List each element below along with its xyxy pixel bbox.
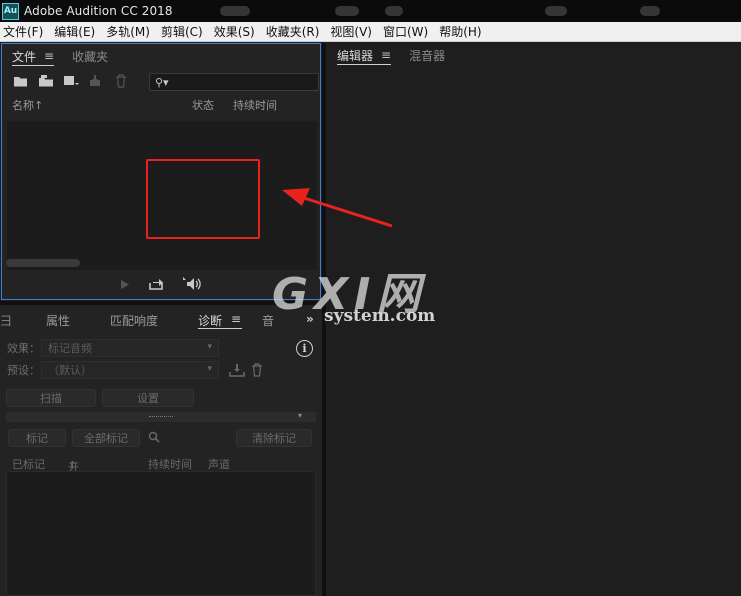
marker-list[interactable]	[6, 471, 316, 596]
play-icon[interactable]	[120, 279, 130, 290]
tab-editor-label: 编辑器	[337, 48, 374, 63]
blurred-decoration	[385, 6, 403, 16]
column-channel-header[interactable]: 声道	[208, 456, 230, 472]
files-column-headers: 名称↑ 状态 持续时间	[2, 94, 320, 114]
info-icon[interactable]: i	[296, 340, 313, 357]
chevron-down-icon: ▾	[207, 364, 212, 374]
open-file-icon[interactable]	[10, 72, 32, 90]
menu-effects[interactable]: 效果(S)	[214, 23, 255, 40]
loop-icon[interactable]	[148, 278, 164, 291]
menu-clip[interactable]: 剪辑(C)	[161, 23, 203, 40]
mark-all-button[interactable]: 全部标记	[72, 429, 140, 447]
tab-editor[interactable]: 编辑器 ≡	[337, 43, 392, 67]
search-icon[interactable]	[148, 431, 160, 446]
window-titlebar: Au Adobe Audition CC 2018	[0, 0, 741, 22]
column-marked-header[interactable]: 已标记	[12, 456, 45, 472]
panel-edge-glyph: 彐	[0, 314, 13, 328]
tab-favorites-label: 收藏夹	[72, 49, 109, 64]
tab-mixer[interactable]: 混音器	[409, 43, 445, 67]
column-duration-header[interactable]: 持续时间	[233, 97, 277, 113]
chevron-down-icon: ▾	[207, 342, 212, 352]
preset-select[interactable]: （默认） ▾	[41, 361, 219, 379]
tab-favorites[interactable]: 收藏夹	[72, 44, 108, 68]
preset-label: 预设：	[7, 364, 40, 377]
column-duration-header[interactable]: 持续时间	[148, 456, 192, 472]
active-tab-underline	[198, 328, 242, 329]
menu-window[interactable]: 窗口(W)	[383, 23, 428, 40]
column-status-header[interactable]: 状态	[192, 97, 214, 113]
column-name-label: 名称	[12, 99, 34, 112]
preset-select-value: （默认）	[48, 364, 92, 377]
diagnostics-panel: 彐 属性 匹配响度 诊断 ≡ 音 » i 效果： 标记音频 ▾ 预设： （默认）…	[0, 305, 322, 596]
menu-view[interactable]: 视图(V)	[330, 23, 372, 40]
menu-file[interactable]: 文件(F)	[3, 23, 43, 40]
save-preset-icon[interactable]	[229, 363, 245, 377]
annotation-arrow-icon	[282, 188, 393, 228]
preset-row: 预设： （默认） ▾	[7, 361, 263, 379]
effect-row: 效果： 标记音频 ▾	[7, 339, 219, 357]
menu-bar: 文件(F) 编辑(E) 多轨(M) 剪辑(C) 效果(S) 收藏夹(R) 视图(…	[0, 22, 741, 42]
effect-select[interactable]: 标记音频 ▾	[41, 339, 219, 357]
blurred-decoration	[545, 6, 567, 16]
insert-into-multitrack-icon[interactable]	[85, 72, 107, 90]
tab-properties[interactable]: 属性	[46, 312, 70, 329]
chevron-down-icon[interactable]: ▾	[298, 411, 302, 420]
panel-menu-icon[interactable]: ≡	[381, 48, 391, 62]
tab-files-label: 文件	[12, 49, 37, 64]
menu-multitrack[interactable]: 多轨(M)	[106, 23, 150, 40]
splitter-grip-icon	[149, 416, 173, 418]
editor-panel-tabs: 编辑器 ≡ 混音器	[326, 43, 741, 67]
files-search-input[interactable]: ⚲▾	[149, 73, 319, 91]
tab-files[interactable]: 文件 ≡	[12, 44, 55, 68]
clear-marks-button[interactable]: 清除标记	[236, 429, 312, 447]
files-toolbar: ⚲▾	[2, 68, 320, 94]
menu-edit[interactable]: 编辑(E)	[54, 23, 95, 40]
panel-menu-icon[interactable]: ≡	[44, 49, 54, 63]
effect-label: 效果：	[7, 342, 40, 355]
panel-menu-icon[interactable]: ≡	[231, 312, 241, 326]
editor-panel: 编辑器 ≡ 混音器	[326, 43, 741, 596]
diagnostics-splitter[interactable]: ▾	[6, 411, 316, 422]
scan-button[interactable]: 扫描	[6, 389, 96, 407]
tab-match-loudness[interactable]: 匹配响度	[110, 312, 158, 329]
import-file-icon[interactable]	[35, 72, 57, 90]
tab-diagnostics[interactable]: 诊断	[198, 312, 222, 329]
files-horizontal-scrollbar[interactable]	[6, 259, 80, 267]
blurred-decoration	[335, 6, 359, 16]
files-panel-tabs: 文件 ≡ 收藏夹	[2, 44, 320, 68]
tabs-overflow-icon[interactable]: »	[306, 312, 314, 326]
blurred-decoration	[640, 6, 660, 16]
blurred-decoration	[220, 6, 250, 16]
auto-play-volume-icon[interactable]	[182, 277, 202, 291]
tab-audio-truncated[interactable]: 音	[262, 312, 274, 329]
sort-ascending-icon: ↑	[34, 99, 44, 112]
settings-button[interactable]: 设置	[102, 389, 194, 407]
audition-app-icon: Au	[2, 2, 19, 20]
marker-list-headers: 已标记 开始↑ 持续时间 声道	[0, 453, 322, 490]
delete-preset-icon[interactable]	[251, 363, 263, 377]
annotation-highlight-box	[146, 159, 260, 239]
column-name-header[interactable]: 名称↑	[12, 97, 43, 113]
new-file-icon[interactable]	[60, 72, 82, 90]
tab-mixer-label: 混音器	[409, 48, 446, 63]
menu-help[interactable]: 帮助(H)	[439, 23, 481, 40]
search-icon: ⚲▾	[155, 75, 169, 89]
mark-button[interactable]: 标记	[8, 429, 66, 447]
delete-icon[interactable]	[110, 72, 132, 90]
window-title: Adobe Audition CC 2018	[24, 4, 173, 18]
effect-select-value: 标记音频	[48, 342, 92, 355]
menu-favorites[interactable]: 收藏夹(R)	[266, 23, 320, 40]
files-preview-transport	[2, 270, 320, 298]
